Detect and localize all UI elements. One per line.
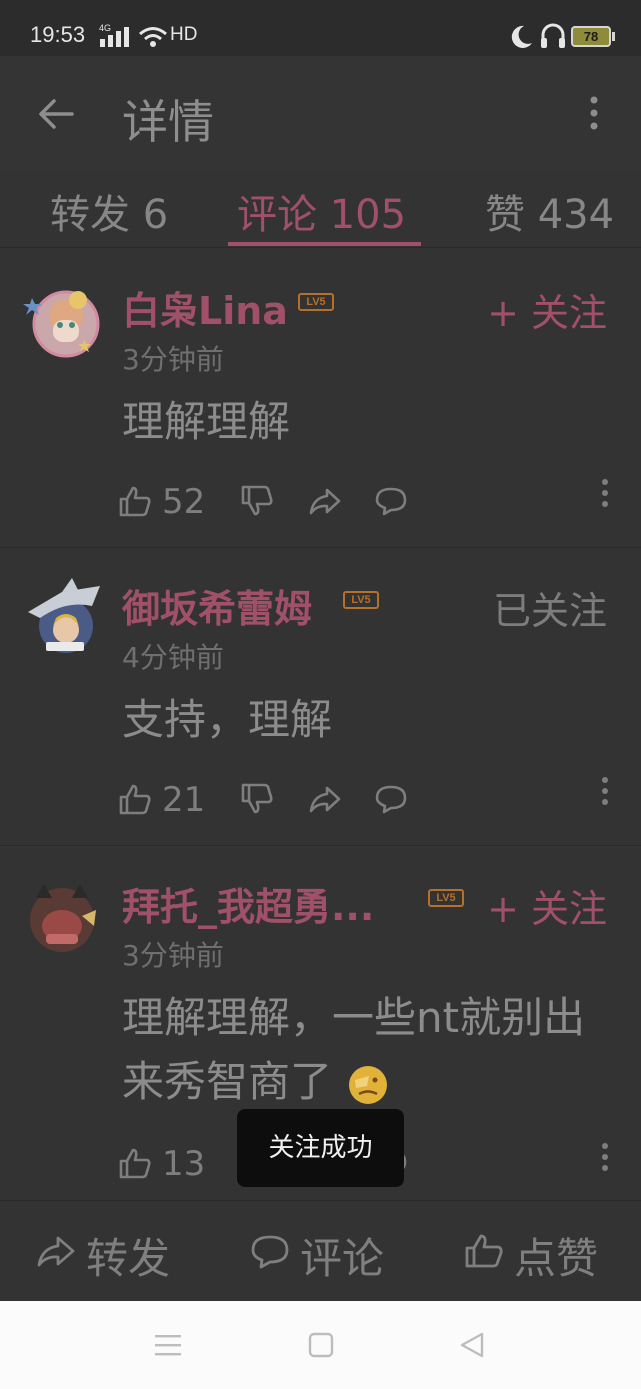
back-triangle-icon[interactable]	[458, 1331, 486, 1359]
wifi-icon	[139, 27, 167, 47]
thumbs-up-icon[interactable]	[118, 782, 152, 816]
share-arrow-icon[interactable]	[308, 782, 342, 816]
battery-level: 78	[583, 29, 599, 44]
thumbs-up-icon	[465, 1234, 503, 1268]
avatar[interactable]	[22, 280, 102, 360]
comment-more-icon[interactable]	[601, 1142, 609, 1172]
comment-more-icon[interactable]	[601, 776, 609, 806]
page-title: 详情	[122, 95, 214, 149]
tab-likes[interactable]: 赞 434	[485, 182, 614, 240]
like-count: 13	[162, 1144, 206, 1184]
username[interactable]: 御坂希蕾姆	[122, 578, 312, 633]
home-square-icon[interactable]	[308, 1332, 334, 1358]
reply-bubble-icon[interactable]	[374, 782, 408, 816]
hd-indicator: HD	[170, 24, 198, 45]
active-tab-indicator	[228, 242, 421, 246]
status-time: 19:53	[30, 22, 86, 47]
thumbs-up-icon[interactable]	[118, 1146, 152, 1180]
comment-item: 白枭Lina LV5 + 关注 3分钟前 理解理解 52	[0, 250, 641, 548]
bottom-action-bar: 转发 评论 点赞	[0, 1200, 641, 1301]
moon-icon	[511, 25, 532, 48]
header: 详情	[0, 56, 641, 170]
comment-actions: 21	[118, 780, 618, 822]
thumbs-down-icon[interactable]	[240, 484, 274, 518]
comment-bubble-icon	[251, 1235, 289, 1269]
thumbs-down-icon[interactable]	[240, 782, 274, 816]
more-options-icon[interactable]	[588, 96, 600, 130]
comment-actions: 52	[118, 482, 618, 524]
level-badge: LV5	[298, 293, 334, 311]
toast-message: 关注成功	[237, 1109, 404, 1187]
battery-tip	[612, 32, 615, 41]
comment-more-icon[interactable]	[601, 478, 609, 508]
status-bar: 19:53 4G HD 78	[0, 0, 641, 56]
repost-label: 转发	[86, 1234, 171, 1283]
headphones-icon	[541, 23, 565, 48]
system-nav-bar	[0, 1301, 641, 1389]
username[interactable]: 白枭Lina	[122, 280, 288, 335]
following-button[interactable]: 已关注	[493, 580, 607, 635]
reply-bubble-icon[interactable]	[374, 484, 408, 518]
comment-time: 3分钟前	[122, 939, 224, 972]
like-count: 52	[162, 482, 206, 522]
facepalm-emoji-icon	[349, 1065, 388, 1104]
comment-text: 支持，理解	[122, 695, 333, 744]
comment-time: 3分钟前	[122, 343, 224, 376]
username[interactable]: 拜托_我超勇...	[122, 876, 374, 931]
level-badge: LV5	[428, 889, 464, 907]
like-count: 21	[162, 780, 206, 820]
share-arrow-icon[interactable]	[308, 484, 342, 518]
battery-icon: 78	[571, 26, 611, 47]
comment-label: 评论	[300, 1234, 385, 1283]
menu-icon[interactable]	[155, 1333, 181, 1357]
level-badge: LV5	[343, 591, 379, 609]
thumbs-up-icon[interactable]	[118, 484, 152, 518]
avatar[interactable]	[22, 578, 102, 658]
follow-button[interactable]: + 关注	[487, 878, 607, 933]
comment-item: 御坂希蕾姆 LV5 已关注 4分钟前 支持，理解 21	[0, 548, 641, 846]
avatar[interactable]	[22, 876, 102, 956]
share-arrow-icon	[37, 1236, 75, 1267]
signal-icon	[100, 27, 129, 47]
back-arrow-icon[interactable]	[38, 96, 74, 132]
tab-bar: 转发 6 评论 105 赞 434	[0, 170, 641, 248]
tab-comments[interactable]: 评论 105	[237, 182, 406, 240]
comment-text: 理解理解	[122, 397, 291, 446]
tab-reposts[interactable]: 转发 6	[50, 182, 168, 240]
like-label: 点赞	[514, 1234, 599, 1283]
follow-button[interactable]: + 关注	[487, 282, 607, 337]
comment-time: 4分钟前	[122, 641, 224, 674]
comment-text: 理解理解，一些nt就别出来秀智商了	[122, 986, 612, 1114]
